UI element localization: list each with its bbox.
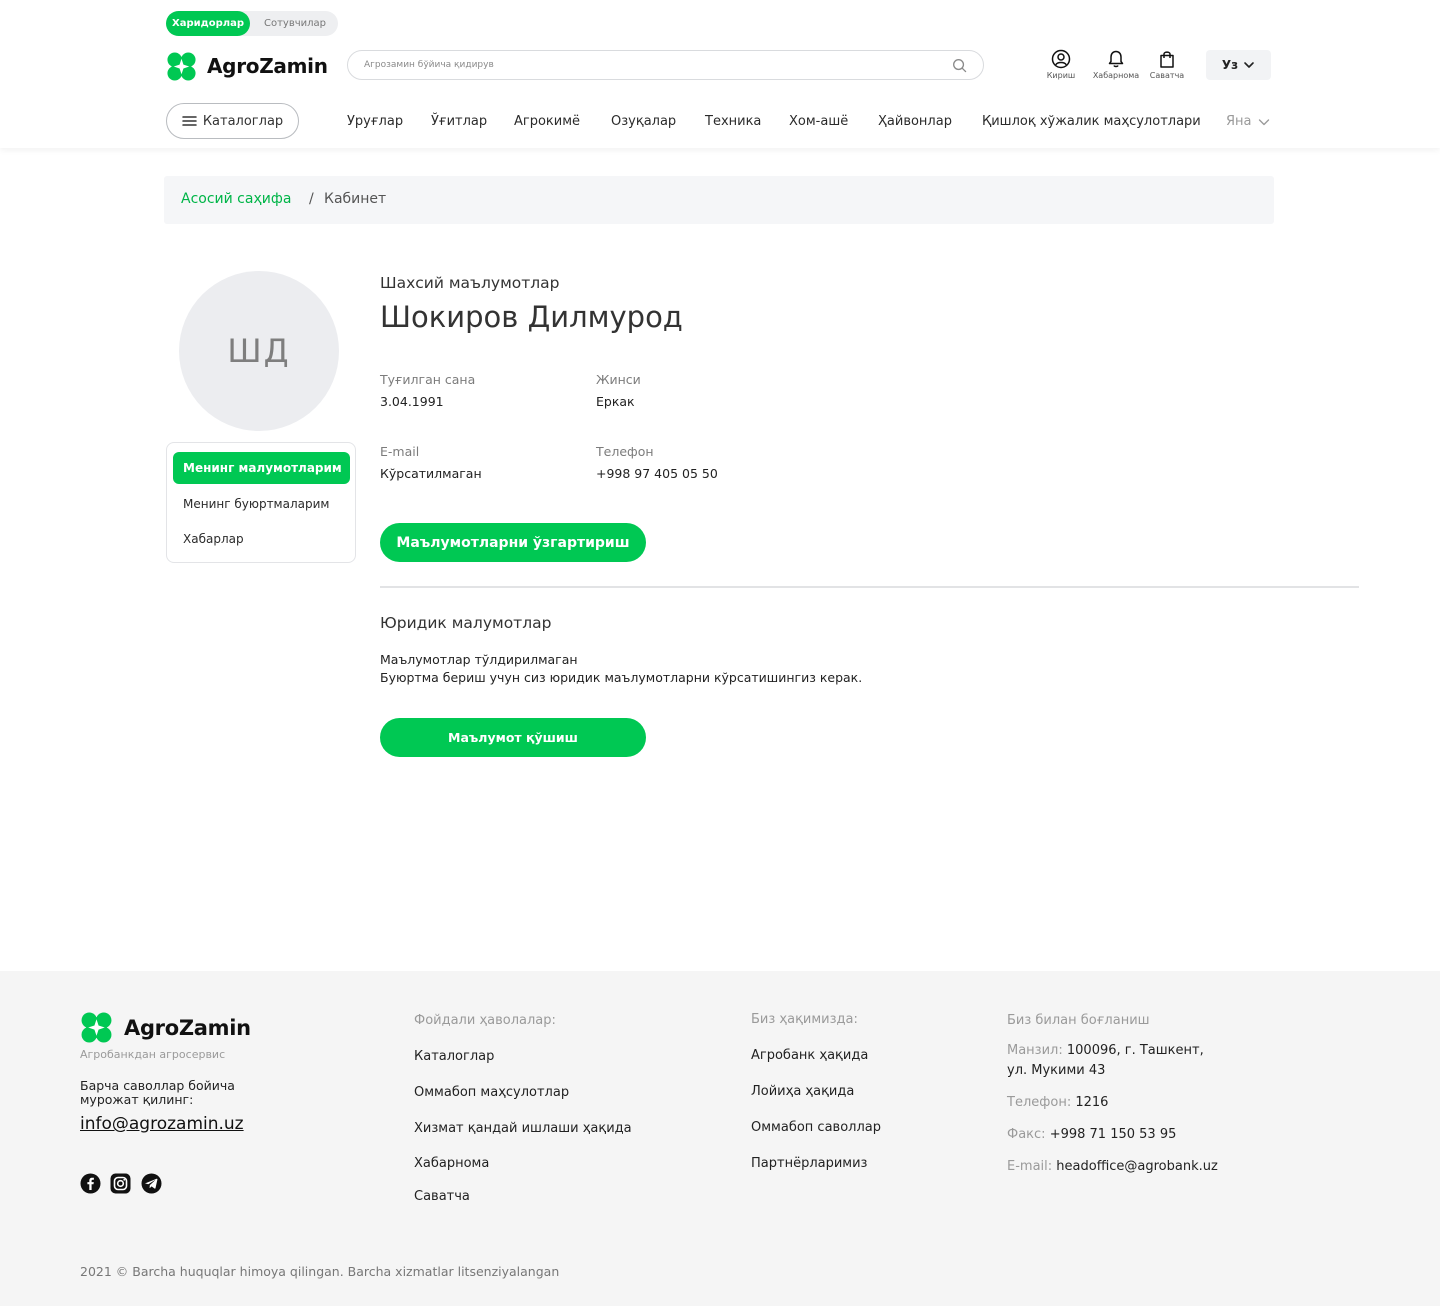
footer-tagline: Агробанкдан агросервис: [80, 1048, 226, 1061]
copyright: 2021 © Barcha huquqlar himoya qilingan. …: [80, 1264, 560, 1279]
notifications-button[interactable]: Хабарнома: [1089, 49, 1143, 80]
edit-info-button[interactable]: Маълумотларни ўзгартириш: [380, 523, 646, 562]
personal-info-title: Шахсий маълумотлар: [380, 274, 560, 292]
legal-info-empty-text: Маълумотлар тўлдирилмаган: [380, 652, 578, 667]
side-menu-my-info[interactable]: Менинг малумотларим: [173, 452, 350, 484]
email-value: Кўрсатилмаган: [380, 466, 482, 481]
login-label: Кириш: [1046, 71, 1076, 80]
user-full-name: Шокиров Дилмурод: [380, 300, 683, 334]
category-nav: Уруғлар Ўғитлар Агрокимё Озуқалар Техник…: [0, 114, 1440, 134]
phone-label: Телефон: [596, 444, 654, 459]
birth-date-label: Туғилган сана: [380, 372, 476, 387]
nav-item-agrochemicals[interactable]: Агрокимё: [514, 114, 580, 129]
breadcrumb-current: Кабинет: [324, 191, 387, 207]
contact-phone-value: 1216: [1075, 1095, 1109, 1110]
nav-more[interactable]: Яна: [1226, 114, 1252, 129]
add-info-button[interactable]: Маълумот қўшиш: [380, 718, 646, 757]
agrozamin-logo-icon: [167, 51, 196, 81]
chevron-down-icon[interactable]: [1257, 115, 1271, 129]
search-bar: [347, 50, 984, 80]
about-title: Биз ҳақимизда:: [751, 1012, 858, 1027]
nav-item-seeds[interactable]: Уруғлар: [347, 114, 403, 129]
nav-item-raw-materials[interactable]: Хом-ашё: [789, 114, 848, 129]
facebook-icon[interactable]: [80, 1173, 101, 1194]
chevron-down-icon: [1244, 62, 1254, 68]
contact-fax-value: +998 71 150 53 95: [1049, 1127, 1177, 1142]
nav-item-animals[interactable]: Ҳайвонлар: [878, 114, 952, 129]
address-value: 100096, г. Ташкент,: [1066, 1043, 1204, 1058]
notifications-label: Хабарнома: [1092, 71, 1140, 80]
footer-ask-text: Барча саволлар бойича мурожат қилинг:: [80, 1078, 235, 1107]
breadcrumb-separator: /: [309, 191, 314, 207]
role-sellers-tab[interactable]: Сотувчилар: [252, 11, 338, 36]
side-menu-messages[interactable]: Хабарлар: [173, 523, 244, 555]
nav-item-feed[interactable]: Озуқалар: [611, 114, 676, 129]
cart-label: Саватча: [1149, 71, 1185, 80]
brand-name: AgroZamin: [207, 54, 328, 78]
contact-phone: Телефон: 1216: [1007, 1093, 1108, 1113]
footer-link-cart[interactable]: Саватча: [414, 1189, 470, 1204]
cart-button[interactable]: Саватча: [1140, 49, 1194, 80]
footer-link-about-project[interactable]: Лойиҳа ҳақида: [751, 1084, 854, 1099]
contact-email-label: E-mail:: [1007, 1159, 1053, 1174]
contact-fax: Факс: +998 71 150 53 95: [1007, 1125, 1176, 1145]
contact-title: Биз билан боғланиш: [1007, 1013, 1150, 1028]
avatar: ШД: [179, 271, 339, 431]
brand-logo[interactable]: AgroZamin: [166, 50, 328, 82]
shopping-bag-icon: [1160, 51, 1174, 68]
contact-fax-label: Факс:: [1007, 1127, 1046, 1142]
footer-link-catalogs[interactable]: Каталоглар: [414, 1049, 494, 1064]
useful-links-title: Фойдали ҳаволалар:: [414, 1013, 556, 1028]
contact-address: Манзил: 100096, г. Ташкент, ул. Мукими 4…: [1007, 1041, 1204, 1081]
footer-link-partners[interactable]: Партнёрларимиз: [751, 1156, 867, 1171]
side-menu-my-orders[interactable]: Менинг буюртмаларим: [173, 488, 329, 520]
legal-info-title: Юридик малумотлар: [380, 614, 552, 632]
nav-item-fertilizers[interactable]: Ўғитлар: [431, 114, 487, 129]
birth-date-value: 3.04.1991: [380, 394, 444, 409]
phone-value: +998 97 405 05 50: [596, 466, 718, 481]
gender-label: Жинси: [596, 372, 641, 387]
agrozamin-logo-icon: [81, 1012, 112, 1043]
footer-logo[interactable]: AgroZamin: [80, 1011, 251, 1044]
telegram-icon[interactable]: [141, 1173, 162, 1194]
bell-icon: [1108, 50, 1124, 68]
footer-link-about-agrobank[interactable]: Агробанк ҳақида: [751, 1048, 868, 1063]
nav-item-agri-products[interactable]: Қишлоқ хўжалик маҳсулотлари: [982, 114, 1201, 129]
email-label: E-mail: [380, 444, 420, 459]
role-switch: Харидорлар Сотувчилар: [166, 11, 338, 36]
breadcrumb: Асосий саҳифа / Кабинет: [164, 176, 1274, 224]
site-footer: AgroZamin Агробанкдан агросервис Барча с…: [0, 971, 1440, 1306]
search-input[interactable]: [364, 51, 944, 79]
language-value: Уз: [1221, 58, 1239, 72]
footer-link-notifications[interactable]: Хабарнома: [414, 1156, 489, 1171]
legal-info-hint-text: Буюртма бериш учун сиз юридик маълумотла…: [380, 670, 863, 685]
footer-link-popular-products[interactable]: Оммабоп маҳсулотлар: [414, 1085, 569, 1100]
footer-email-link[interactable]: info@agrozamin.uz: [80, 1114, 244, 1134]
login-button[interactable]: Кириш: [1034, 49, 1088, 80]
breadcrumb-home-link[interactable]: Асосий саҳифа: [181, 191, 291, 207]
gender-value: Еркак: [596, 394, 635, 409]
contact-email: E-mail: headoffice@agrobank.uz: [1007, 1157, 1218, 1177]
user-circle-icon: [1051, 49, 1071, 69]
section-divider: [380, 586, 1359, 588]
site-header: Харидорлар Сотувчилар AgroZamin Кириш: [0, 0, 1440, 148]
role-buyers-tab[interactable]: Харидорлар: [166, 11, 250, 36]
footer-link-how-it-works[interactable]: Хизмат қандай ишлаши ҳақида: [414, 1121, 632, 1136]
contact-phone-label: Телефон:: [1007, 1095, 1072, 1110]
account-side-menu: Менинг малумотларим Менинг буюртмаларим …: [166, 442, 356, 563]
nav-item-machinery[interactable]: Техника: [705, 114, 761, 129]
search-icon[interactable]: [952, 58, 967, 73]
footer-brand-name: AgroZamin: [124, 1015, 251, 1040]
address-value-line2: ул. Мукими 43: [1007, 1063, 1106, 1078]
instagram-icon[interactable]: [110, 1173, 131, 1194]
contact-email-value[interactable]: headoffice@agrobank.uz: [1056, 1159, 1218, 1174]
language-selector[interactable]: Уз: [1206, 50, 1271, 80]
address-label: Манзил:: [1007, 1043, 1063, 1058]
footer-link-faq[interactable]: Оммабоп саволлар: [751, 1120, 881, 1135]
